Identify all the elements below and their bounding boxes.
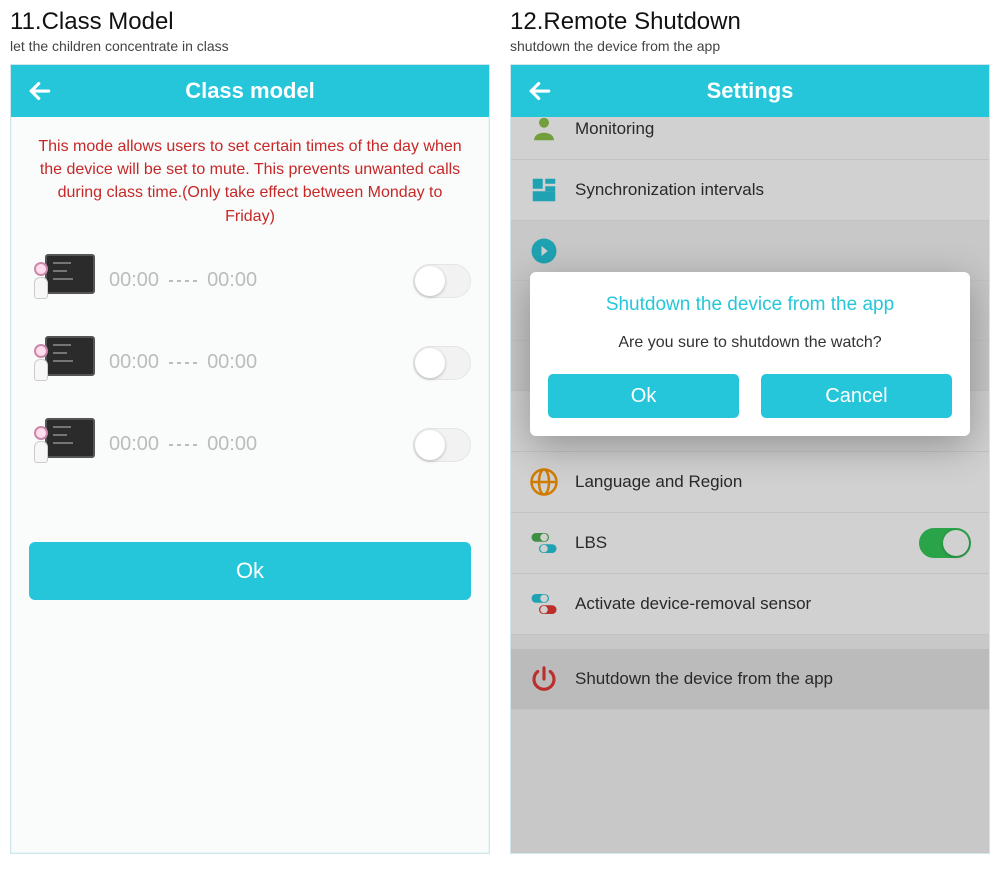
end-time: 00:00 bbox=[207, 433, 257, 456]
settings-content: Monitoring Synchronization intervals bbox=[511, 117, 989, 853]
time-range[interactable]: 00:00 00:00 bbox=[109, 433, 399, 456]
dialog-overlay[interactable]: Shutdown the device from the app Are you… bbox=[511, 117, 989, 853]
panel-class-model: 11.Class Model let the children concentr… bbox=[10, 8, 490, 854]
end-time: 00:00 bbox=[207, 351, 257, 374]
panel-heading: 11.Class Model bbox=[10, 8, 490, 36]
start-time: 00:00 bbox=[109, 351, 159, 374]
slot-toggle[interactable] bbox=[413, 264, 471, 298]
end-time: 00:00 bbox=[207, 269, 257, 292]
time-slot-row: 00:00 00:00 bbox=[11, 322, 489, 404]
time-slot-row: 00:00 00:00 bbox=[11, 404, 489, 486]
slot-toggle[interactable] bbox=[413, 428, 471, 462]
range-separator bbox=[169, 444, 197, 446]
dialog-cancel-button[interactable]: Cancel bbox=[761, 374, 952, 418]
phone-screen-class-model: Class model This mode allows users to se… bbox=[10, 64, 490, 854]
appbar-title: Settings bbox=[511, 78, 989, 104]
back-button[interactable] bbox=[525, 76, 555, 106]
app-bar: Class model bbox=[11, 65, 489, 117]
panel-subheading: shutdown the device from the app bbox=[510, 38, 990, 54]
shutdown-dialog: Shutdown the device from the app Are you… bbox=[530, 272, 970, 436]
back-button[interactable] bbox=[25, 76, 55, 106]
panel-heading: 12.Remote Shutdown bbox=[510, 8, 990, 36]
mode-description: This mode allows users to set certain ti… bbox=[11, 117, 489, 240]
teacher-icon bbox=[29, 336, 95, 390]
dialog-title: Shutdown the device from the app bbox=[548, 294, 952, 316]
start-time: 00:00 bbox=[109, 269, 159, 292]
dialog-message: Are you sure to shutdown the watch? bbox=[548, 334, 952, 352]
dialog-ok-button[interactable]: Ok bbox=[548, 374, 739, 418]
time-range[interactable]: 00:00 00:00 bbox=[109, 351, 399, 374]
app-bar: Settings bbox=[511, 65, 989, 117]
dialog-buttons: Ok Cancel bbox=[548, 374, 952, 418]
slot-toggle[interactable] bbox=[413, 346, 471, 380]
range-separator bbox=[169, 362, 197, 364]
phone-screen-settings: Settings Monitoring Synchronization bbox=[510, 64, 990, 854]
arrow-left-icon bbox=[525, 76, 555, 106]
teacher-icon bbox=[29, 418, 95, 472]
panel-remote-shutdown: 12.Remote Shutdown shutdown the device f… bbox=[510, 8, 990, 854]
arrow-left-icon bbox=[25, 76, 55, 106]
range-separator bbox=[169, 280, 197, 282]
time-slot-row: 00:00 00:00 bbox=[11, 240, 489, 322]
ok-button[interactable]: Ok bbox=[29, 542, 471, 600]
appbar-title: Class model bbox=[11, 78, 489, 104]
teacher-icon bbox=[29, 254, 95, 308]
start-time: 00:00 bbox=[109, 433, 159, 456]
time-range[interactable]: 00:00 00:00 bbox=[109, 269, 399, 292]
panel-subheading: let the children concentrate in class bbox=[10, 38, 490, 54]
